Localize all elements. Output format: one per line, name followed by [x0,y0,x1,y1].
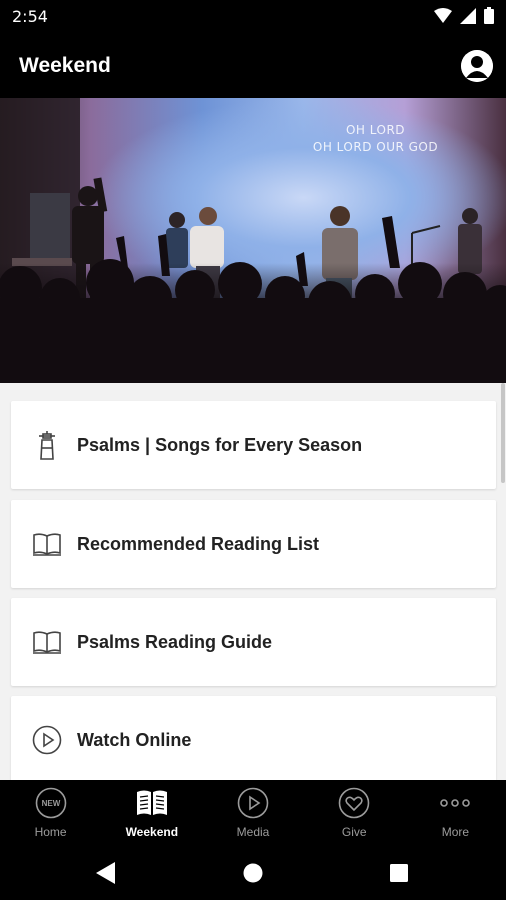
nav-item-more[interactable]: More [405,780,506,846]
nav-item-home[interactable]: NEW Home [0,780,101,846]
play-circle-icon [237,787,269,819]
lyrics-overlay: OH LORD OH LORD OUR GOD [308,122,443,156]
card-psalms-reading-guide[interactable]: Psalms Reading Guide [11,598,496,686]
new-badge-text: NEW [41,799,60,808]
wifi-icon [434,7,452,23]
page-title: Weekend [19,54,111,77]
open-book-icon [32,627,62,657]
new-badge-icon: NEW [35,787,67,819]
card-recommended-reading[interactable]: Recommended Reading List [11,500,496,588]
card-watch-online[interactable]: Watch Online [11,696,496,780]
content-list[interactable]: Psalms | Songs for Every Season Recommen… [0,383,506,780]
card-psalms-series[interactable]: Psalms | Songs for Every Season [11,401,496,489]
back-icon[interactable] [96,862,116,884]
nav-label: Home [34,825,67,839]
lyric-line-2: OH LORD OUR GOD [312,140,439,154]
card-label: Watch Online [77,729,192,750]
nav-item-media[interactable]: Media [202,780,303,846]
open-book-icon [32,529,62,559]
nav-label: Weekend [125,825,179,839]
lighthouse-icon [32,430,62,460]
more-dots-icon [439,787,471,819]
nav-label: Media [236,825,270,839]
nav-item-weekend[interactable]: Weekend [101,780,202,846]
battery-icon [484,7,494,24]
hero-banner-image[interactable]: OH LORD OH LORD OUR GOD [0,98,506,383]
bottom-navigation: NEW Home Weekend Media Give More [0,780,506,846]
nav-item-give[interactable]: Give [304,780,405,846]
nav-label: Give [341,825,367,839]
book-icon [136,787,168,819]
recents-icon[interactable] [390,864,408,882]
system-navigation-bar [0,846,506,900]
card-label: Recommended Reading List [77,533,320,554]
heart-circle-icon [338,787,370,819]
lyric-line-1: OH LORD [345,123,406,137]
status-time: 2:54 [12,7,48,26]
cell-signal-icon [460,7,476,24]
status-bar: 2:54 [0,0,506,34]
card-label: Psalms | Songs for Every Season [77,434,363,455]
home-icon[interactable] [243,863,263,883]
hero-shadow [0,263,506,383]
user-avatar-icon [461,50,493,82]
scrollbar[interactable] [501,383,505,483]
app-bar: Weekend [0,34,506,98]
play-circle-icon [32,725,62,755]
profile-button[interactable] [461,50,493,82]
card-label: Psalms Reading Guide [77,631,273,652]
nav-label: More [441,825,470,839]
status-icons [434,7,494,24]
